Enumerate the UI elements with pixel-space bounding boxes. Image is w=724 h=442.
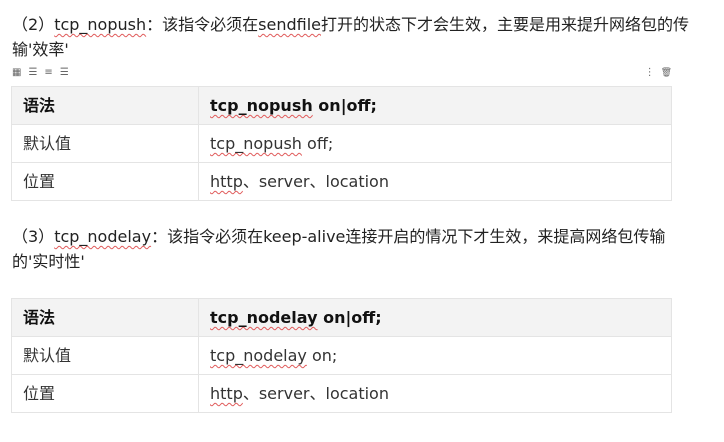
align-right-icon[interactable]: ☰ bbox=[60, 66, 69, 80]
table-toolbar: ▦ ☰ ≡ ☰ ⋮ 🗑 bbox=[12, 66, 672, 80]
cmd-rest: off; bbox=[301, 134, 334, 153]
table-tcp-nopush: 语法 tcp_nopush on|off; 默认值 tcp_nopush off… bbox=[11, 86, 672, 201]
cmd-text: tcp_nodelay bbox=[210, 308, 318, 327]
para1-code2: sendfile bbox=[258, 15, 321, 34]
header-cell-syntax-value[interactable]: tcp_nodelay on|off; bbox=[198, 298, 672, 337]
table-row: 默认值 tcp_nopush off; bbox=[11, 124, 672, 163]
cell-default-value[interactable]: tcp_nopush off; bbox=[198, 124, 672, 163]
cmd-rest: on|off; bbox=[312, 96, 377, 115]
table-row: 位置 http、server、location bbox=[11, 374, 672, 413]
para2-code: tcp_nodelay bbox=[54, 227, 152, 246]
cmd-text: tcp_nodelay bbox=[210, 346, 307, 365]
cmd-text: http bbox=[210, 384, 243, 403]
cell-default-label[interactable]: 默认值 bbox=[11, 124, 199, 163]
cell-default-label[interactable]: 默认值 bbox=[11, 336, 199, 375]
cmd-rest: 、server、location bbox=[242, 172, 389, 191]
paragraph-tcp-nodelay: （3）tcp_nodelay：该指令必须在keep-alive连接开启的情况下才… bbox=[12, 224, 692, 274]
align-left-icon[interactable]: ☰ bbox=[28, 66, 37, 80]
cmd-rest: on|off; bbox=[317, 308, 382, 327]
cmd-text: tcp_nopush bbox=[210, 134, 302, 153]
cell-location-value[interactable]: http、server、location bbox=[198, 374, 672, 413]
header-cell-syntax[interactable]: 语法 bbox=[11, 86, 199, 125]
para2-prefix: （3） bbox=[12, 227, 55, 246]
delete-table-icon[interactable]: 🗑 bbox=[661, 66, 672, 80]
more-options-icon[interactable]: ⋮ bbox=[645, 66, 655, 80]
table-row: 语法 tcp_nopush on|off; bbox=[11, 86, 672, 125]
cmd-text: tcp_nopush bbox=[210, 96, 313, 115]
table-row: 语法 tcp_nodelay on|off; bbox=[11, 298, 672, 337]
cmd-text: http bbox=[210, 172, 243, 191]
cell-location-label[interactable]: 位置 bbox=[11, 374, 199, 413]
header-cell-syntax[interactable]: 语法 bbox=[11, 298, 199, 337]
cell-default-value[interactable]: tcp_nodelay on; bbox=[198, 336, 672, 375]
cmd-rest: on; bbox=[306, 346, 338, 365]
paragraph-tcp-nopush: （2）tcp_nopush：该指令必须在sendfile打开的状态下才会生效，主… bbox=[12, 12, 692, 62]
para1-code: tcp_nopush bbox=[54, 15, 147, 34]
table-row: 位置 http、server、location bbox=[11, 162, 672, 201]
table-grid-icon[interactable]: ▦ bbox=[12, 66, 21, 80]
cell-location-label[interactable]: 位置 bbox=[11, 162, 199, 201]
table-row: 默认值 tcp_nodelay on; bbox=[11, 336, 672, 375]
header-cell-syntax-value[interactable]: tcp_nopush on|off; bbox=[198, 86, 672, 125]
cell-location-value[interactable]: http、server、location bbox=[198, 162, 672, 201]
para1-mid: ：该指令必须在 bbox=[146, 15, 259, 34]
cmd-rest: 、server、location bbox=[242, 384, 389, 403]
para1-prefix: （2） bbox=[12, 15, 55, 34]
align-center-icon[interactable]: ≡ bbox=[44, 66, 52, 80]
table-tcp-nodelay: 语法 tcp_nodelay on|off; 默认值 tcp_nodelay o… bbox=[11, 298, 672, 413]
